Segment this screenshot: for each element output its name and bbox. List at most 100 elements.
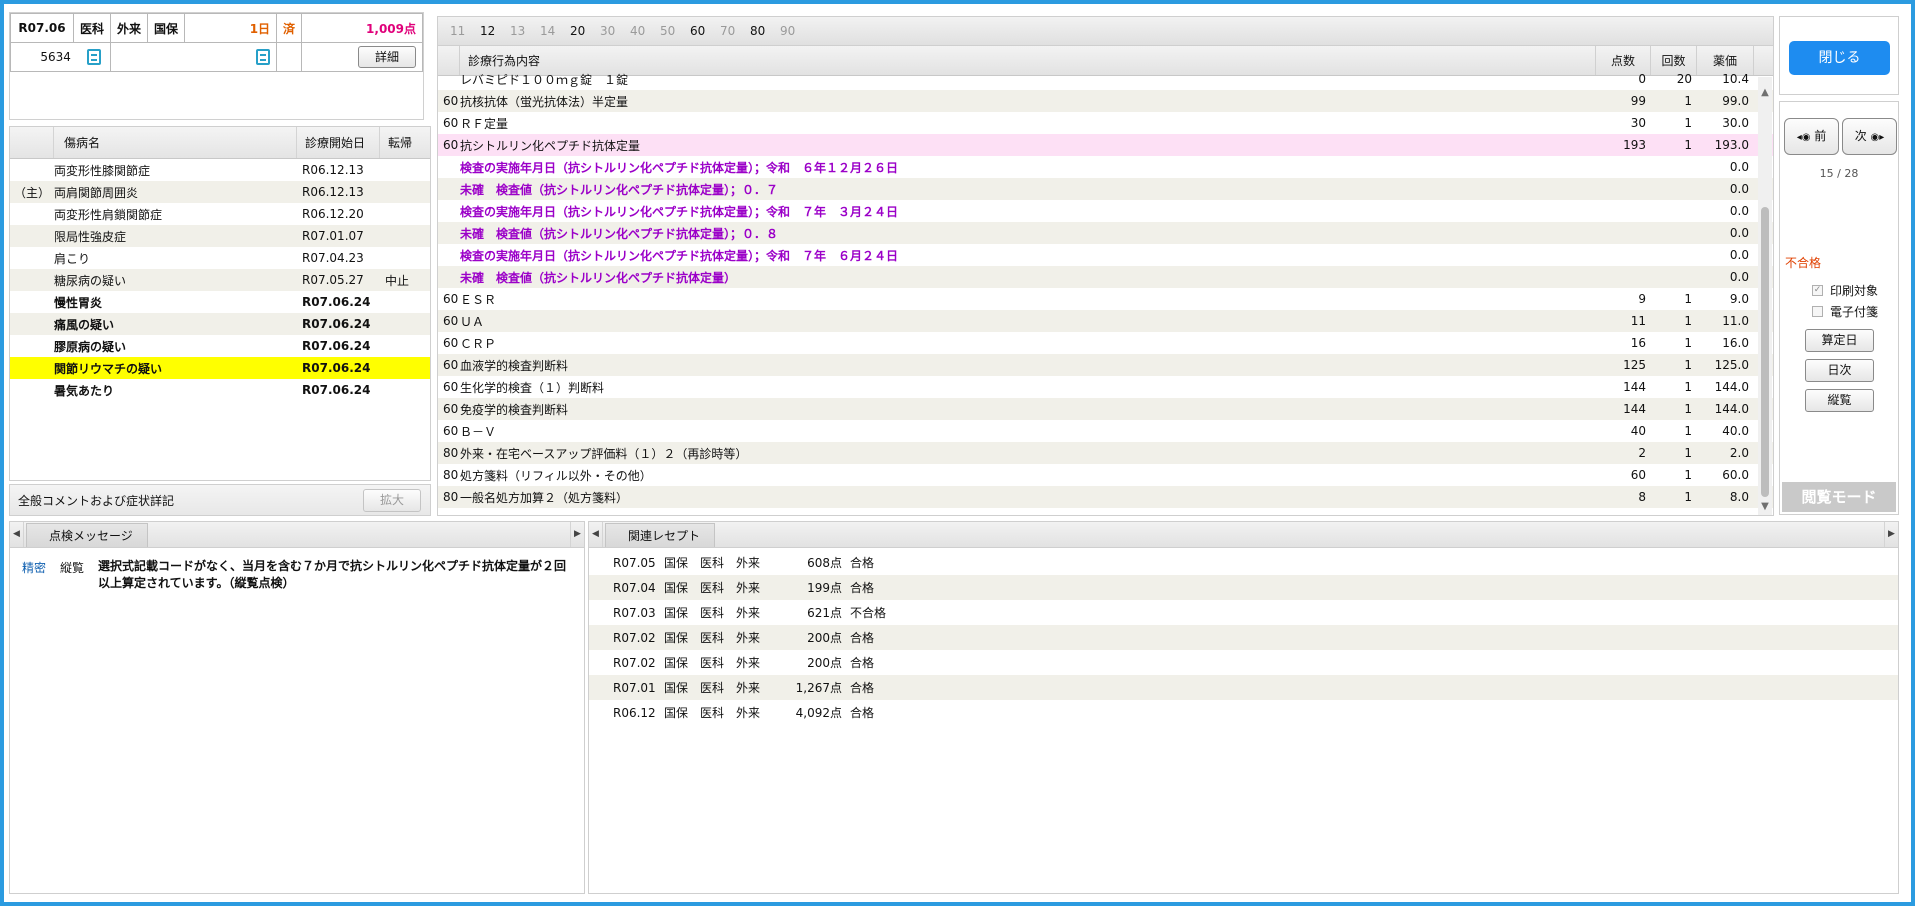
document-icon[interactable] [256,49,271,65]
disease-row[interactable]: 両変形性膝関節症 R06.12.13 [10,159,430,181]
related-receipt-row[interactable]: R07.05 国保 医科 外来 608点 合格 [589,550,1898,575]
expand-button[interactable]: 拡大 [363,489,421,512]
treatment-row[interactable]: 未確 検査値（抗シトルリン化ペプチド抗体定量）；０．７ 0.0 [438,178,1773,200]
electronic-tag-checkbox[interactable]: 電子付箋 [1812,303,1878,320]
disease-row[interactable]: 暑気あたり R07.06.24 [10,379,430,401]
tab-category-13[interactable]: 13 [510,24,540,38]
disease-name: 限局性強皮症 [54,229,127,244]
tab-scroll-left-icon[interactable]: ◀ [589,522,603,547]
related-month: R07.01 [613,680,656,695]
treatment-row[interactable]: 60 ＲＦ定量 30 1 30.0 [438,112,1773,134]
treatment-scrollbar[interactable]: ▲ ▼ [1758,77,1772,515]
print-target-checkbox[interactable]: ✓ 印刷対象 [1812,282,1878,299]
treatment-name: レバミピド１００ｍｇ錠 １錠 [460,72,629,87]
daily-button[interactable]: 日次 [1805,359,1874,382]
related-receipt-row[interactable]: R07.03 国保 医科 外来 621点 不合格 [589,600,1898,625]
disease-row[interactable]: 膠原病の疑い R07.06.24 [10,335,430,357]
disease-row[interactable]: 慢性胃炎 R07.06.24 [10,291,430,313]
disease-start-date: R06.12.13 [302,185,364,199]
tab-scroll-right-icon[interactable]: ▶ [570,522,584,547]
related-receipt-row[interactable]: R07.02 国保 医科 外来 200点 合格 [589,650,1898,675]
treatment-name: 一般名処方加算２（処方箋料） [460,490,629,505]
treatment-row[interactable]: 60 血液学的検査判断料 125 1 125.0 [438,354,1773,376]
tab-check-message[interactable]: 点検メッセージ [26,523,148,547]
disease-name-header[interactable]: 傷病名 [54,127,297,158]
treatment-row[interactable]: 60 免疫学的検査判断料 144 1 144.0 [438,398,1773,420]
treatment-price: 0.0 [1729,160,1749,174]
disease-row[interactable]: 限局性強皮症 R07.01.07 [10,225,430,247]
message-type: 縦覧 [60,561,85,575]
treatment-row[interactable]: 未確 検査値（抗シトルリン化ペプチド抗体定量）；０．８ 0.0 [438,222,1773,244]
tab-scroll-left-icon[interactable]: ◀ [10,522,24,547]
disease-row[interactable]: 糖尿病の疑い R07.05.27 中止 [10,269,430,291]
next-eye-icon: ◉▸ [1870,132,1885,143]
disease-row[interactable]: （主） 両肩関節周囲炎 R06.12.13 [10,181,430,203]
treatment-price: 9.0 [1729,292,1749,306]
vertical-view-button[interactable]: 縦覧 [1805,389,1874,412]
treatment-count: 1 [1684,358,1692,372]
tab-category-12[interactable]: 12 [480,24,510,38]
disease-rows: 両変形性膝関節症 R06.12.13 （主） 両肩関節周囲炎 R06.12.13 両変形性… [10,159,430,401]
treatment-name: ＣＲＰ [460,336,497,351]
treatment-row[interactable]: レバミピド１００ｍｇ錠 １錠 0 20 10.4 [438,68,1773,90]
treatment-row[interactable]: 60 抗核抗体（蛍光抗体法）半定量 99 1 99.0 [438,90,1773,112]
treatment-price: 193.0 [1714,138,1749,152]
related-month: R07.04 [613,580,656,595]
tab-category-90[interactable]: 90 [780,24,810,38]
tab-category-40[interactable]: 40 [630,24,660,38]
scroll-up-icon[interactable]: ▲ [1760,87,1770,99]
treatment-points: 60 [1630,468,1646,482]
next-button[interactable]: 次 ◉▸ [1842,118,1897,155]
tab-category-11[interactable]: 11 [450,24,480,38]
related-receipt-row[interactable]: R06.12 国保 医科 外来 4,092点 合格 [589,700,1898,725]
treatment-row[interactable]: 60 抗シトルリン化ペプチド抗体定量 193 1 193.0 [438,134,1773,156]
treatment-row[interactable]: 60 生化学的検査（１）判断料 144 1 144.0 [438,376,1773,398]
record-counter: 15 / 28 [1819,167,1859,180]
related-visit-type: 外来 [736,556,761,570]
treatment-row[interactable]: 80 処方箋料（リフィル以外・その他） 60 1 60.0 [438,464,1773,486]
treatment-price: 125.0 [1714,358,1749,372]
related-insurance: 国保 [664,631,689,645]
tab-category-70[interactable]: 70 [720,24,750,38]
outcome-header[interactable]: 転帰 [380,127,430,158]
patient-no-cell: 5634 [9,42,112,72]
scroll-down-icon[interactable]: ▼ [1760,501,1770,513]
tab-related-receipt[interactable]: 関連レセプト [605,523,716,547]
document-icon[interactable] [86,49,101,65]
prev-button[interactable]: ◂◉ 前 [1784,118,1839,155]
tab-category-20[interactable]: 20 [570,24,600,38]
treatment-count: 20 [1676,72,1692,86]
tab-category-50[interactable]: 50 [660,24,690,38]
tab-category-60[interactable]: 60 [690,24,720,38]
scroll-thumb[interactable] [1761,207,1769,497]
calc-day-button[interactable]: 算定日 [1805,329,1874,352]
treatment-row[interactable]: 検査の実施年月日（抗シトルリン化ペプチド抗体定量）；令和 ７年 ６月２４日 0.0 [438,244,1773,266]
message-row[interactable]: 精密 縦覧 選択式記載コードがなく、当月を含む７か月で抗シトルリン化ペプチド抗体… [22,558,568,592]
disease-row[interactable]: 関節リウマチの疑い R07.06.24 [10,357,430,379]
treatment-row[interactable]: 60 Ｂ－Ｖ 40 1 40.0 [438,420,1773,442]
treatment-row[interactable]: 検査の実施年月日（抗シトルリン化ペプチド抗体定量）；令和 ６年１２月２６日 0.0 [438,156,1773,178]
disease-row[interactable]: 肩こり R07.04.23 [10,247,430,269]
related-receipt-row[interactable]: R07.04 国保 医科 外来 199点 合格 [589,575,1898,600]
treatment-row[interactable]: 80 一般名処方加算２（処方箋料） 8 1 8.0 [438,486,1773,508]
detail-button[interactable]: 詳細 [358,46,416,68]
disease-row[interactable]: 痛風の疑い R07.06.24 [10,313,430,335]
treatment-row[interactable]: 60 ＥＳＲ 9 1 9.0 [438,288,1773,310]
start-date-header[interactable]: 診療開始日 [297,127,380,158]
treatment-row[interactable]: 検査の実施年月日（抗シトルリン化ペプチド抗体定量）；令和 ７年 ３月２４日 0.0 [438,200,1773,222]
treatment-row[interactable]: 60 ＵＡ 11 1 11.0 [438,310,1773,332]
close-button[interactable]: 閉じる [1789,41,1890,75]
related-receipt-row[interactable]: R07.02 国保 医科 外来 200点 合格 [589,625,1898,650]
treatment-row[interactable]: 未確 検査値（抗シトルリン化ペプチド抗体定量） 0.0 [438,266,1773,288]
tab-scroll-right-icon[interactable]: ▶ [1884,522,1898,547]
tab-category-14[interactable]: 14 [540,24,570,38]
treatment-rows: レバミピド１００ｍｇ錠 １錠 0 20 10.4 60 抗核抗体（蛍光抗体法）半定量 99 1… [438,68,1773,508]
category-tabs: 11 12 13 14 20 30 40 50 60 70 80 90 [438,17,1773,46]
tab-category-30[interactable]: 30 [600,24,630,38]
related-receipt-row[interactable]: R07.01 国保 医科 外来 1,267点 合格 [589,675,1898,700]
tab-category-80[interactable]: 80 [750,24,780,38]
treatment-count: 1 [1684,402,1692,416]
disease-row[interactable]: 両変形性肩鎖関節症 R06.12.20 [10,203,430,225]
treatment-row[interactable]: 60 ＣＲＰ 16 1 16.0 [438,332,1773,354]
treatment-row[interactable]: 80 外来・在宅ベースアップ評価料（１）２（再診時等） 2 1 2.0 [438,442,1773,464]
